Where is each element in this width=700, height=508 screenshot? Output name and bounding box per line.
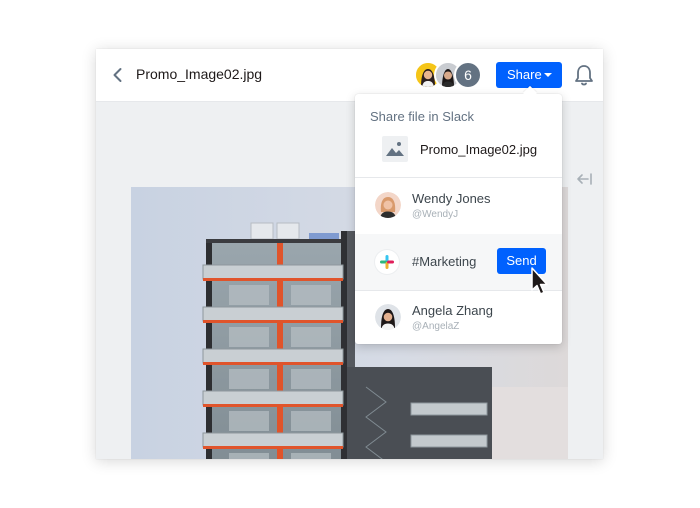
shared-file-name: Promo_Image02.jpg (420, 142, 538, 157)
avatar (375, 192, 401, 218)
bell-icon[interactable] (573, 63, 595, 87)
channel-name: #Marketing (412, 254, 477, 269)
recipient-name: Wendy Jones (412, 191, 491, 206)
slack-icon (375, 250, 399, 274)
chevron-down-icon (544, 73, 552, 77)
share-button[interactable]: Share (496, 62, 562, 88)
collapse-panel-icon[interactable] (576, 172, 594, 186)
recipient-row-wendy[interactable]: Wendy Jones @WendyJ (355, 178, 562, 234)
recipient-handle: @AngelaZ (412, 321, 460, 332)
back-icon[interactable] (108, 65, 128, 85)
avatar (375, 304, 401, 330)
recipient-handle: @WendyJ (412, 209, 459, 220)
recipient-row-angela[interactable]: Angela Zhang @AngelaZ (355, 290, 562, 346)
popover-title: Share file in Slack (370, 109, 475, 124)
file-title: Promo_Image02.jpg (136, 66, 263, 82)
share-in-slack-popover: Share file in Slack Promo_Image02.jpg We… (355, 85, 562, 346)
collaborator-count[interactable]: 6 (454, 61, 482, 89)
share-button-label: Share (507, 67, 542, 82)
mouse-cursor-icon (530, 267, 550, 297)
image-file-icon (382, 136, 408, 162)
recipient-name: Angela Zhang (412, 303, 493, 318)
